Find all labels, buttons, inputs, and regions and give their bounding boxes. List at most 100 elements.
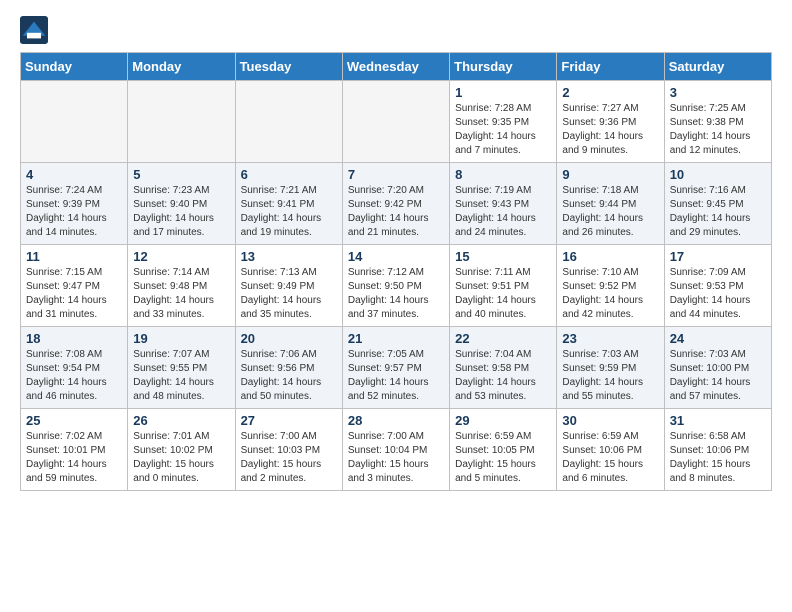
- calendar-table: SundayMondayTuesdayWednesdayThursdayFrid…: [20, 52, 772, 491]
- day-info: Sunrise: 7:08 AM Sunset: 9:54 PM Dayligh…: [26, 348, 122, 404]
- day-number: 26: [133, 413, 229, 428]
- day-number: 23: [562, 331, 658, 346]
- day-cell: 26 Sunrise: 7:01 AM Sunset: 10:02 PM Dayl…: [128, 409, 235, 491]
- day-cell: 28Sunrise: 7:00 AM Sunset: 10:04 PM Dayl…: [342, 409, 449, 491]
- day-number: 25: [26, 413, 122, 428]
- logo-icon: [20, 16, 48, 44]
- day-cell: 23 Sunrise: 7:03 AM Sunset: 9:59 PM Dayli…: [557, 327, 664, 409]
- day-cell: 15Sunrise: 7:11 AM Sunset: 9:51 PM Dayli…: [450, 245, 557, 327]
- day-number: 4: [26, 167, 122, 182]
- day-info: Sunrise: 7:01 AM Sunset: 10:02 PM Daylig…: [133, 430, 229, 486]
- week-row-1: 1 Sunrise: 7:28 AM Sunset: 9:35 PM Daylig…: [21, 81, 772, 163]
- day-info: Sunrise: 6:58 AM Sunset: 10:06 PM Daylig…: [670, 430, 766, 486]
- day-number: 28: [348, 413, 444, 428]
- day-cell: 29Sunrise: 6:59 AM Sunset: 10:05 PM Dayl…: [450, 409, 557, 491]
- day-info: Sunrise: 7:00 AM Sunset: 10:03 PM Daylig…: [241, 430, 337, 486]
- day-info: Sunrise: 7:16 AM Sunset: 9:45 PM Dayligh…: [670, 184, 766, 240]
- day-number: 5: [133, 167, 229, 182]
- day-info: Sunrise: 6:59 AM Sunset: 10:06 PM Daylig…: [562, 430, 658, 486]
- day-info: Sunrise: 7:19 AM Sunset: 9:43 PM Dayligh…: [455, 184, 551, 240]
- day-number: 17: [670, 249, 766, 264]
- day-number: 30: [562, 413, 658, 428]
- day-info: Sunrise: 7:09 AM Sunset: 9:53 PM Dayligh…: [670, 266, 766, 322]
- day-info: Sunrise: 7:21 AM Sunset: 9:41 PM Dayligh…: [241, 184, 337, 240]
- week-row-5: 25 Sunrise: 7:02 AM Sunset: 10:01 PM Dayl…: [21, 409, 772, 491]
- day-cell: 17 Sunrise: 7:09 AM Sunset: 9:53 PM Dayli…: [664, 245, 771, 327]
- day-cell: 22Sunrise: 7:04 AM Sunset: 9:58 PM Dayli…: [450, 327, 557, 409]
- day-number: 11: [26, 249, 122, 264]
- day-number: 12: [133, 249, 229, 264]
- day-cell: 30 Sunrise: 6:59 AM Sunset: 10:06 PM Dayl…: [557, 409, 664, 491]
- day-info: Sunrise: 7:24 AM Sunset: 9:39 PM Dayligh…: [26, 184, 122, 240]
- day-number: 29: [455, 413, 551, 428]
- day-cell: [342, 81, 449, 163]
- day-number: 27: [241, 413, 337, 428]
- day-number: 21: [348, 331, 444, 346]
- day-info: Sunrise: 7:06 AM Sunset: 9:56 PM Dayligh…: [241, 348, 337, 404]
- day-cell: 21 Sunrise: 7:05 AM Sunset: 9:57 PM Dayli…: [342, 327, 449, 409]
- day-cell: 25 Sunrise: 7:02 AM Sunset: 10:01 PM Dayl…: [21, 409, 128, 491]
- day-cell: 12 Sunrise: 7:14 AM Sunset: 9:48 PM Dayli…: [128, 245, 235, 327]
- day-info: Sunrise: 7:07 AM Sunset: 9:55 PM Dayligh…: [133, 348, 229, 404]
- day-info: Sunrise: 7:02 AM Sunset: 10:01 PM Daylig…: [26, 430, 122, 486]
- day-number: 20: [241, 331, 337, 346]
- day-info: Sunrise: 7:03 AM Sunset: 9:59 PM Dayligh…: [562, 348, 658, 404]
- col-header-tuesday: Tuesday: [235, 53, 342, 81]
- day-cell: 4 Sunrise: 7:24 AM Sunset: 9:39 PM Daylig…: [21, 163, 128, 245]
- day-info: Sunrise: 7:05 AM Sunset: 9:57 PM Dayligh…: [348, 348, 444, 404]
- day-info: Sunrise: 7:10 AM Sunset: 9:52 PM Dayligh…: [562, 266, 658, 322]
- logo: [20, 16, 50, 44]
- day-number: 3: [670, 85, 766, 100]
- day-cell: 7Sunrise: 7:20 AM Sunset: 9:42 PM Daylig…: [342, 163, 449, 245]
- week-row-3: 11 Sunrise: 7:15 AM Sunset: 9:47 PM Dayli…: [21, 245, 772, 327]
- day-info: Sunrise: 7:23 AM Sunset: 9:40 PM Dayligh…: [133, 184, 229, 240]
- day-number: 18: [26, 331, 122, 346]
- day-cell: 31Sunrise: 6:58 AM Sunset: 10:06 PM Dayl…: [664, 409, 771, 491]
- day-info: Sunrise: 7:12 AM Sunset: 9:50 PM Dayligh…: [348, 266, 444, 322]
- day-number: 13: [241, 249, 337, 264]
- day-number: 10: [670, 167, 766, 182]
- day-info: Sunrise: 7:14 AM Sunset: 9:48 PM Dayligh…: [133, 266, 229, 322]
- header-row: SundayMondayTuesdayWednesdayThursdayFrid…: [21, 53, 772, 81]
- day-info: Sunrise: 7:13 AM Sunset: 9:49 PM Dayligh…: [241, 266, 337, 322]
- day-cell: [235, 81, 342, 163]
- day-info: Sunrise: 7:15 AM Sunset: 9:47 PM Dayligh…: [26, 266, 122, 322]
- day-info: Sunrise: 7:03 AM Sunset: 10:00 PM Daylig…: [670, 348, 766, 404]
- day-info: Sunrise: 7:28 AM Sunset: 9:35 PM Dayligh…: [455, 102, 551, 158]
- day-cell: 18 Sunrise: 7:08 AM Sunset: 9:54 PM Dayli…: [21, 327, 128, 409]
- day-cell: 14 Sunrise: 7:12 AM Sunset: 9:50 PM Dayli…: [342, 245, 449, 327]
- day-info: Sunrise: 7:11 AM Sunset: 9:51 PM Dayligh…: [455, 266, 551, 322]
- col-header-monday: Monday: [128, 53, 235, 81]
- day-cell: 6 Sunrise: 7:21 AM Sunset: 9:41 PM Daylig…: [235, 163, 342, 245]
- day-number: 1: [455, 85, 551, 100]
- day-cell: 9 Sunrise: 7:18 AM Sunset: 9:44 PM Daylig…: [557, 163, 664, 245]
- day-cell: 20 Sunrise: 7:06 AM Sunset: 9:56 PM Dayli…: [235, 327, 342, 409]
- week-row-4: 18 Sunrise: 7:08 AM Sunset: 9:54 PM Dayli…: [21, 327, 772, 409]
- day-cell: 8Sunrise: 7:19 AM Sunset: 9:43 PM Daylig…: [450, 163, 557, 245]
- day-number: 24: [670, 331, 766, 346]
- week-row-2: 4 Sunrise: 7:24 AM Sunset: 9:39 PM Daylig…: [21, 163, 772, 245]
- col-header-wednesday: Wednesday: [342, 53, 449, 81]
- day-cell: 10 Sunrise: 7:16 AM Sunset: 9:45 PM Dayli…: [664, 163, 771, 245]
- day-number: 22: [455, 331, 551, 346]
- col-header-sunday: Sunday: [21, 53, 128, 81]
- col-header-saturday: Saturday: [664, 53, 771, 81]
- day-info: Sunrise: 7:27 AM Sunset: 9:36 PM Dayligh…: [562, 102, 658, 158]
- day-cell: 11 Sunrise: 7:15 AM Sunset: 9:47 PM Dayli…: [21, 245, 128, 327]
- day-cell: 13 Sunrise: 7:13 AM Sunset: 9:49 PM Dayli…: [235, 245, 342, 327]
- day-number: 19: [133, 331, 229, 346]
- day-cell: 27 Sunrise: 7:00 AM Sunset: 10:03 PM Dayl…: [235, 409, 342, 491]
- day-info: Sunrise: 7:18 AM Sunset: 9:44 PM Dayligh…: [562, 184, 658, 240]
- day-number: 2: [562, 85, 658, 100]
- day-number: 9: [562, 167, 658, 182]
- header: [20, 16, 772, 44]
- day-number: 14: [348, 249, 444, 264]
- day-number: 6: [241, 167, 337, 182]
- day-info: Sunrise: 7:20 AM Sunset: 9:42 PM Dayligh…: [348, 184, 444, 240]
- day-cell: 2 Sunrise: 7:27 AM Sunset: 9:36 PM Daylig…: [557, 81, 664, 163]
- calendar-container: SundayMondayTuesdayWednesdayThursdayFrid…: [0, 0, 792, 507]
- day-info: Sunrise: 7:25 AM Sunset: 9:38 PM Dayligh…: [670, 102, 766, 158]
- day-cell: 5 Sunrise: 7:23 AM Sunset: 9:40 PM Daylig…: [128, 163, 235, 245]
- day-number: 16: [562, 249, 658, 264]
- col-header-thursday: Thursday: [450, 53, 557, 81]
